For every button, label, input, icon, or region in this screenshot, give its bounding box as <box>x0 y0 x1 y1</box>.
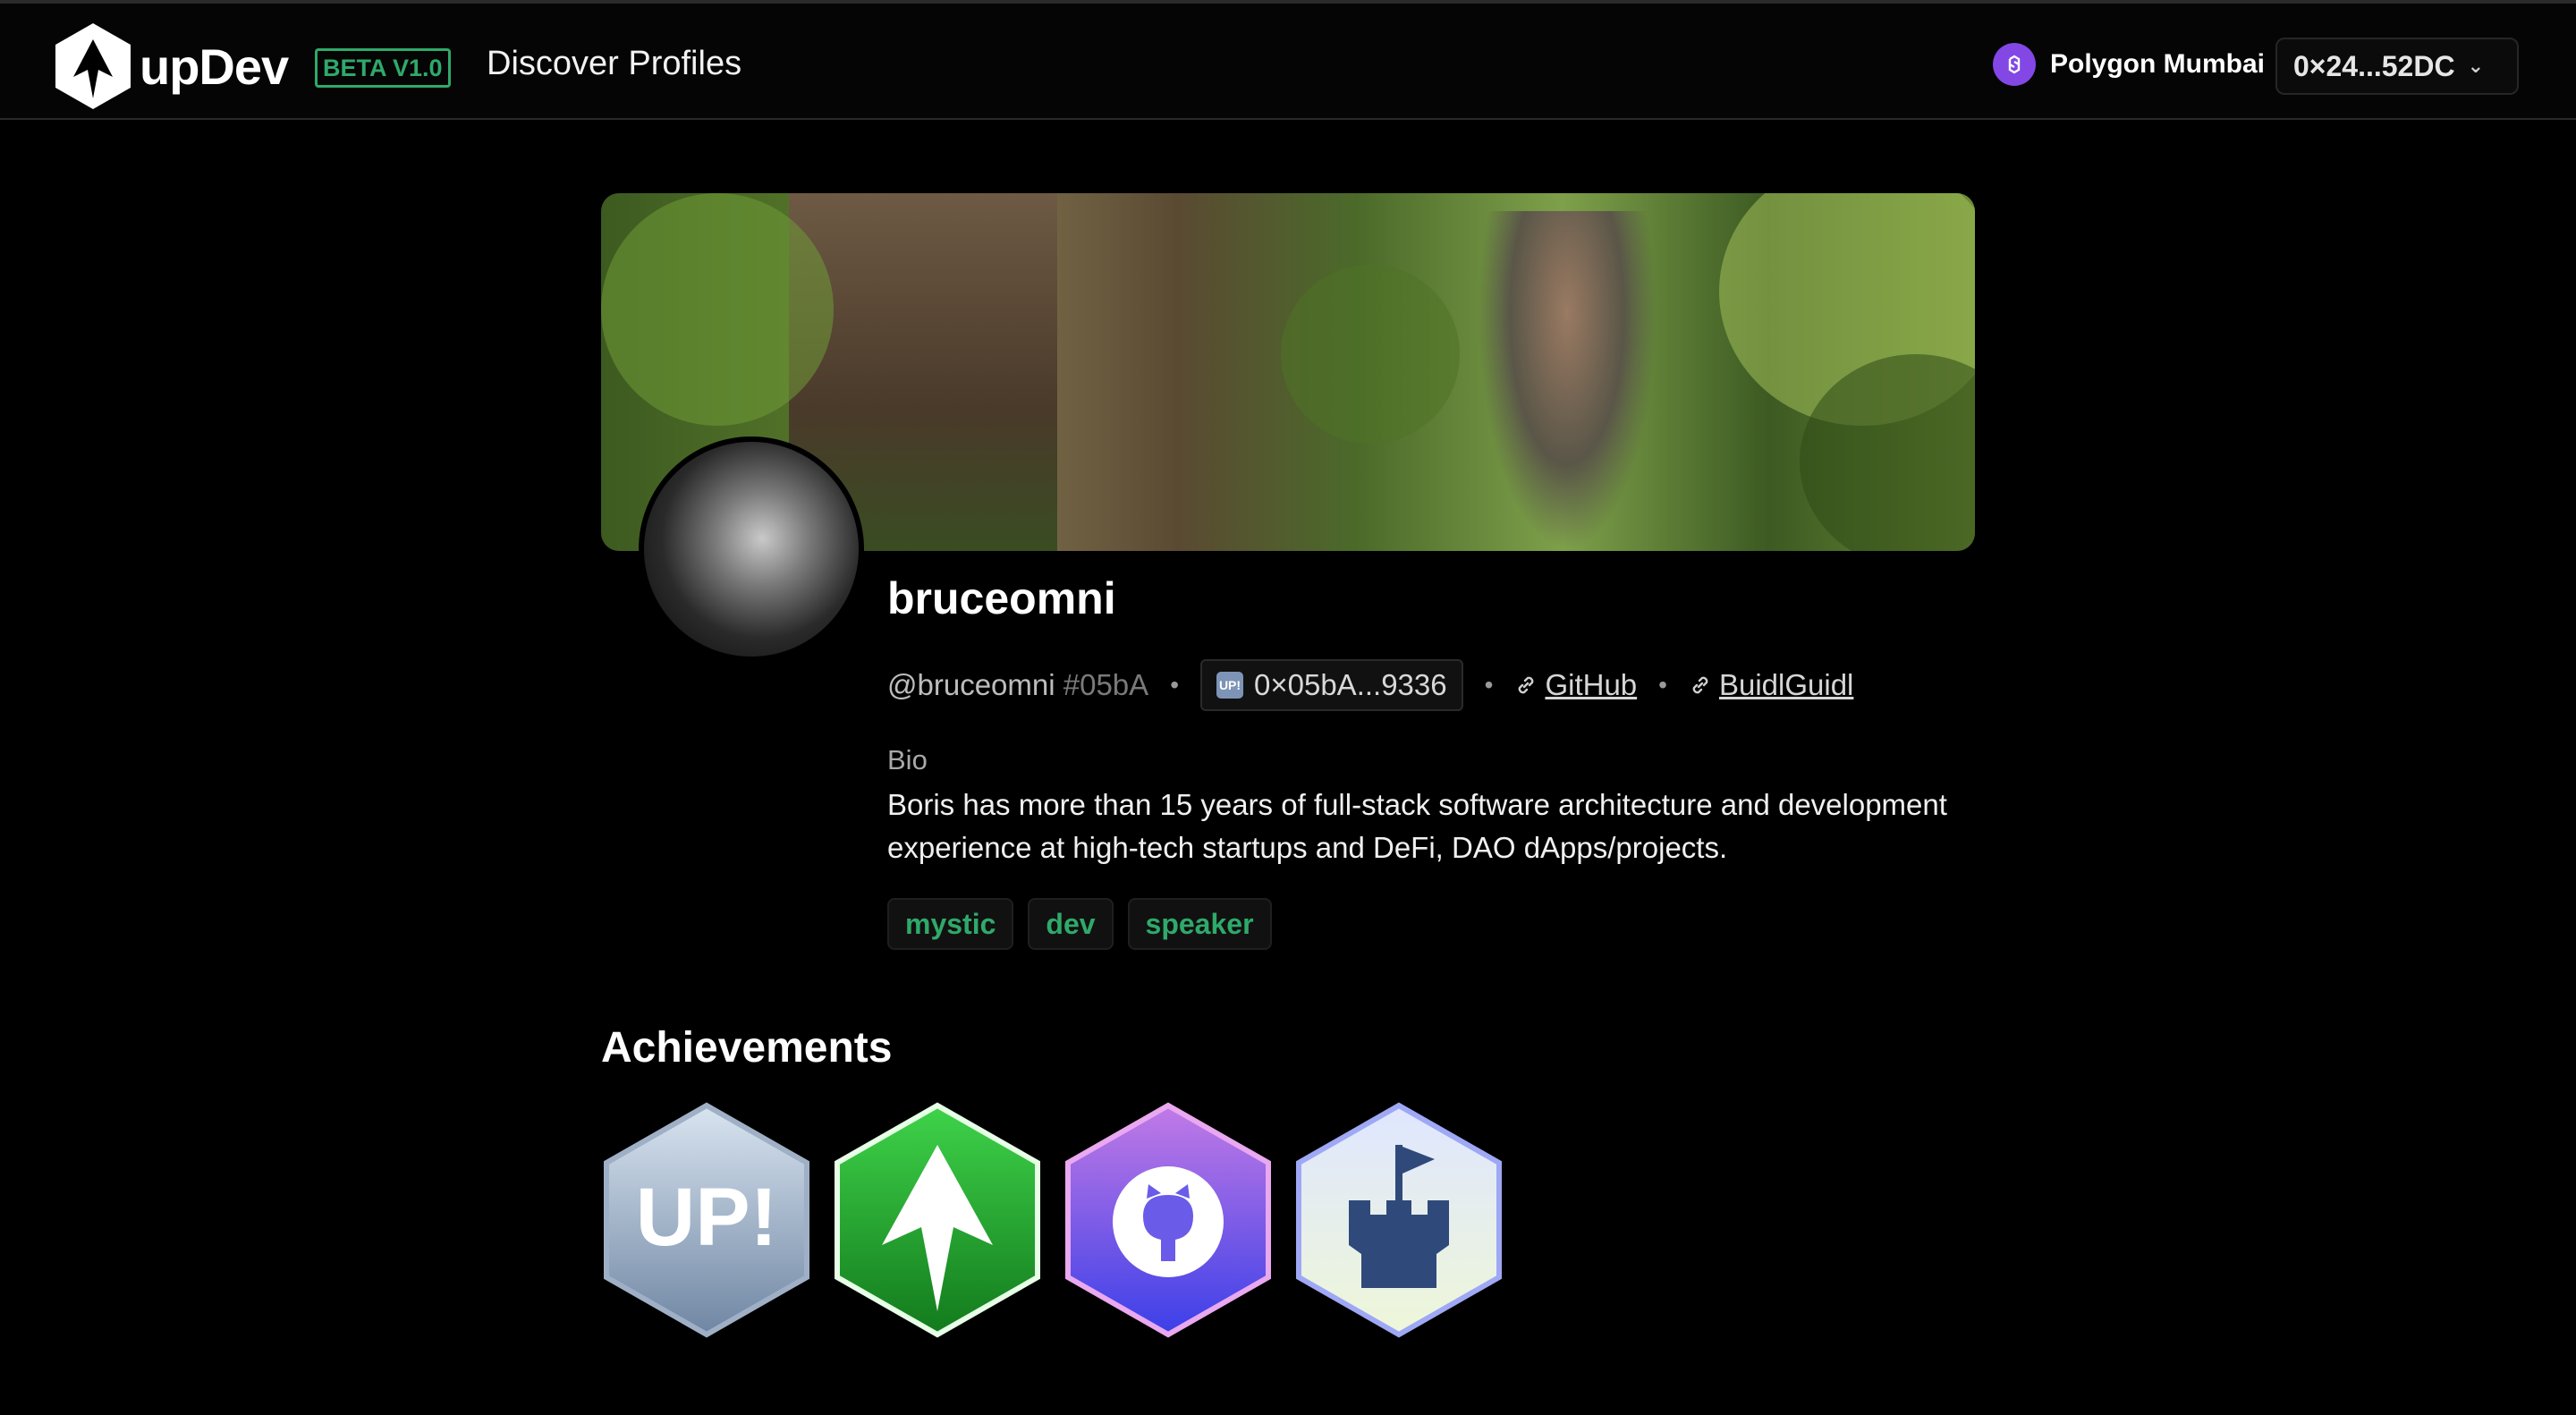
profile-meta-row: @bruceomni #05bA • UP! 0×05bA...9336 • G… <box>887 658 1853 712</box>
updev-logo-icon <box>55 23 131 109</box>
up-badge-icon[interactable]: UP! <box>601 1102 812 1338</box>
tag-dev[interactable]: dev <box>1028 898 1114 950</box>
universal-profile-icon: UP! <box>1216 672 1243 699</box>
up-badge-label: UP! <box>636 1172 777 1263</box>
brand-name: upDev <box>140 38 289 95</box>
separator-dot: • <box>1170 671 1179 699</box>
beta-badge: BETA V1.0 <box>315 48 451 88</box>
discover-profiles-link[interactable]: Discover Profiles <box>487 45 741 83</box>
tag-mystic[interactable]: mystic <box>887 898 1014 950</box>
bio-text: Boris has more than 15 years of full-sta… <box>887 788 1947 864</box>
link-icon <box>1692 676 1708 694</box>
chevron-down-icon: ⌄ <box>2467 55 2484 77</box>
profile-address-chip[interactable]: UP! 0×05bA...9336 <box>1200 659 1463 711</box>
wallet-address: 0×24...52DC <box>2293 49 2455 82</box>
buidlguidl-link[interactable]: BuidlGuidl <box>1689 668 1853 702</box>
separator-dot: • <box>1484 671 1494 699</box>
network-name: Polygon Mumbai <box>2050 49 2265 79</box>
profile-hash: #05bA <box>1063 668 1149 701</box>
profile-handle: @bruceomni <box>887 668 1055 701</box>
achievements-title: Achievements <box>601 1024 893 1072</box>
achievements-list: UP! <box>601 1102 1524 1338</box>
tag-speaker[interactable]: speaker <box>1127 898 1272 950</box>
polygon-icon <box>1993 43 2036 86</box>
profile-avatar <box>639 436 864 662</box>
brand-logo[interactable]: upDev <box>54 21 289 111</box>
profile-address: 0×05bA...9336 <box>1254 668 1447 701</box>
separator-dot: • <box>1658 671 1667 699</box>
github-link[interactable]: GitHub <box>1514 668 1637 702</box>
github-link-label: GitHub <box>1545 668 1638 701</box>
bio-label: Bio <box>887 744 928 775</box>
wallet-account-button[interactable]: 0×24...52DC ⌄ <box>2275 38 2519 95</box>
updev-badge-icon[interactable] <box>832 1102 1043 1338</box>
github-badge-icon[interactable] <box>1063 1102 1274 1338</box>
buidlguidl-badge-icon[interactable] <box>1293 1102 1504 1338</box>
top-nav-bar: upDev BETA V1.0 Discover Profiles Polygo… <box>0 0 2576 120</box>
profile-tags: mystic dev speaker <box>887 898 1286 950</box>
network-indicator[interactable]: Polygon Mumbai <box>1993 43 2265 86</box>
buidlguidl-link-label: BuidlGuidl <box>1718 668 1854 701</box>
link-icon <box>1519 676 1534 694</box>
profile-username: bruceomni <box>887 573 1116 623</box>
